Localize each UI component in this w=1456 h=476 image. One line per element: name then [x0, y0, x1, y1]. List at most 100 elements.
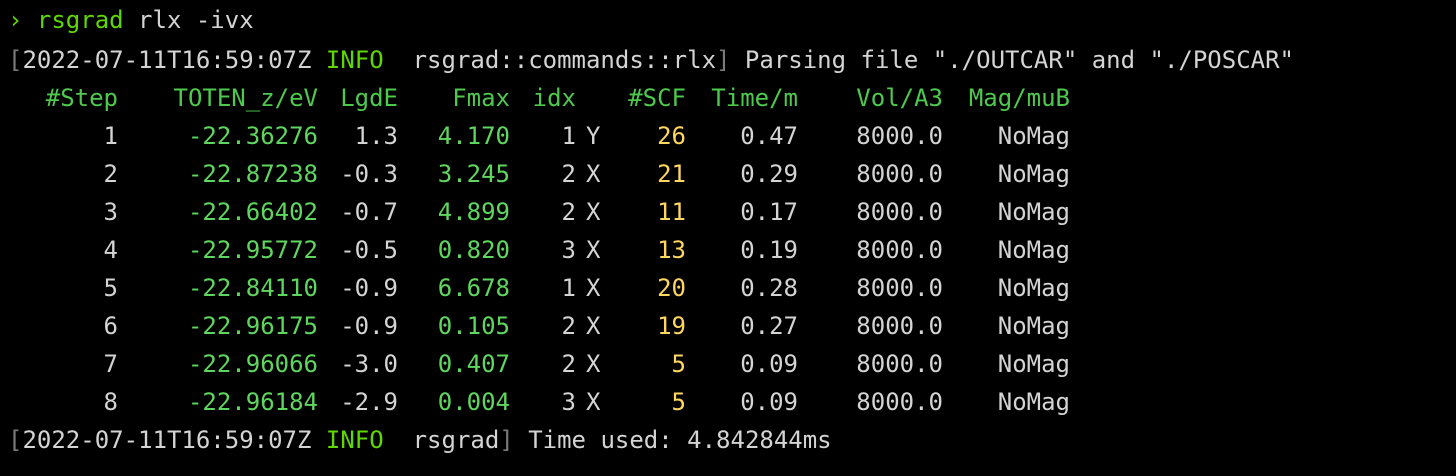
table-row: 1 -22.36276 1.3 4.170 1 Y 26 0.47 8000.0 NoMag: [8, 118, 1108, 154]
cell-step: 5: [103, 274, 118, 302]
cell-mag: NoMag: [997, 274, 1070, 302]
cell-vol: 8000.0: [856, 122, 943, 150]
cell-mag: NoMag: [997, 236, 1070, 264]
cell-toten: -22.66402: [187, 198, 318, 226]
cell-scf: 26: [657, 122, 686, 150]
cell-step: 6: [103, 312, 118, 340]
header-time: Time/m: [711, 84, 798, 112]
cell-fmax: 3.245: [437, 160, 510, 188]
cell-scf: 19: [657, 312, 686, 340]
cell-axis: Y: [586, 122, 601, 150]
header-scf: #SCF: [628, 84, 686, 112]
cell-mag: NoMag: [997, 160, 1070, 188]
cell-fmax: 6.678: [437, 274, 510, 302]
cell-step: 2: [103, 160, 118, 188]
cell-time: 0.47: [740, 122, 798, 150]
log-timestamp: 2022-07-11T16:59:07Z: [22, 426, 312, 454]
cell-axis: X: [586, 198, 601, 226]
cell-idx: 1: [561, 122, 576, 150]
log-level: INFO: [325, 46, 384, 74]
cell-time: 0.09: [740, 350, 798, 378]
header-lgde: LgdE: [340, 84, 398, 112]
command-name: rsgrad: [36, 6, 124, 34]
cell-time: 0.28: [740, 274, 798, 302]
log-message: Parsing file "./OUTCAR" and "./POSCAR": [730, 46, 1295, 74]
cell-step: 3: [103, 198, 118, 226]
cell-step: 4: [103, 236, 118, 264]
cell-step: 7: [103, 350, 118, 378]
log-message: Time used: 4.842844ms: [513, 426, 832, 454]
table-header: #Step TOTEN_z/eV LgdE Fmax idx #SCF Time…: [8, 80, 1108, 116]
log-level: INFO: [325, 426, 384, 454]
header-mag: Mag/muB: [968, 84, 1070, 112]
log-module: rsgrad: [412, 426, 500, 454]
cell-lgde: -0.9: [340, 274, 398, 302]
table-row: 2 -22.87238 -0.3 3.245 2 X 21 0.29 8000.0 NoMag: [8, 156, 1108, 192]
cell-fmax: 0.004: [437, 388, 510, 416]
cell-mag: NoMag: [997, 122, 1070, 150]
cell-mag: NoMag: [997, 312, 1070, 340]
cell-vol: 8000.0: [856, 160, 943, 188]
cell-step: 1: [103, 122, 118, 150]
cell-scf: 5: [671, 388, 686, 416]
cell-toten: -22.87238: [187, 160, 318, 188]
cell-time: 0.27: [740, 312, 798, 340]
cell-idx: 2: [561, 198, 576, 226]
header-vol: Vol/A3: [856, 84, 943, 112]
log-timestamp: 2022-07-11T16:59:07Z: [22, 46, 312, 74]
cell-time: 0.17: [740, 198, 798, 226]
cell-lgde: 1.3: [354, 122, 398, 150]
table-row: 5 -22.84110 -0.9 6.678 1 X 20 0.28 8000.0 NoMag: [8, 270, 1108, 306]
cell-mag: NoMag: [997, 198, 1070, 226]
cell-idx: 3: [561, 388, 576, 416]
command-args: rlx -ivx: [123, 6, 254, 34]
cell-axis: X: [586, 274, 601, 302]
cell-mag: NoMag: [997, 350, 1070, 378]
log-line-end: [2022-07-11T16:59:07Z INFO rsgrad] Time …: [8, 426, 832, 454]
cell-toten: -22.95772: [187, 236, 318, 264]
cell-idx: 2: [561, 350, 576, 378]
cell-axis: X: [586, 236, 601, 264]
cell-axis: X: [586, 350, 601, 378]
header-fmax: Fmax: [452, 84, 510, 112]
cell-time: 0.29: [740, 160, 798, 188]
prompt-chevron-icon: ›: [8, 6, 23, 34]
terminal-window[interactable]: › rsgrad rlx -ivx [2022-07-11T16:59:07Z …: [0, 0, 1456, 460]
cell-toten: -22.36276: [187, 122, 318, 150]
log-line-start: [2022-07-11T16:59:07Z INFO rsgrad::comma…: [8, 46, 1295, 74]
cell-time: 0.19: [740, 236, 798, 264]
log-module: rsgrad::commands::rlx: [412, 46, 717, 74]
cell-lgde: -0.9: [340, 312, 398, 340]
cell-scf: 11: [657, 198, 686, 226]
table-row: 8 -22.96184 -2.9 0.004 3 X 5 0.09 8000.0 NoMag: [8, 384, 1108, 420]
cell-fmax: 0.407: [437, 350, 510, 378]
cell-fmax: 4.170: [437, 122, 510, 150]
cell-lgde: -0.3: [340, 160, 398, 188]
cell-mag: NoMag: [997, 388, 1070, 416]
cell-lgde: -0.7: [340, 198, 398, 226]
cell-toten: -22.96066: [187, 350, 318, 378]
cell-fmax: 0.105: [437, 312, 510, 340]
table-row: 3 -22.66402 -0.7 4.899 2 X 11 0.17 8000.0 NoMag: [8, 194, 1108, 230]
cell-step: 8: [103, 388, 118, 416]
cell-lgde: -2.9: [340, 388, 398, 416]
cell-toten: -22.96184: [187, 388, 318, 416]
cell-scf: 21: [657, 160, 686, 188]
cell-idx: 1: [561, 274, 576, 302]
cell-vol: 8000.0: [856, 312, 943, 340]
cell-scf: 20: [657, 274, 686, 302]
cell-scf: 13: [657, 236, 686, 264]
cell-vol: 8000.0: [856, 198, 943, 226]
cell-toten: -22.84110: [187, 274, 318, 302]
cell-lgde: -3.0: [340, 350, 398, 378]
cell-vol: 8000.0: [856, 350, 943, 378]
header-toten: TOTEN_z/eV: [173, 84, 319, 112]
table-row: 6 -22.96175 -0.9 0.105 2 X 19 0.27 8000.0 NoMag: [8, 308, 1108, 344]
cell-toten: -22.96175: [187, 312, 318, 340]
cell-axis: X: [586, 160, 601, 188]
cell-vol: 8000.0: [856, 274, 943, 302]
header-step: #Step: [45, 84, 118, 112]
command-line: › rsgrad rlx -ivx: [8, 2, 254, 38]
cell-fmax: 0.820: [437, 236, 510, 264]
cell-vol: 8000.0: [856, 236, 943, 264]
